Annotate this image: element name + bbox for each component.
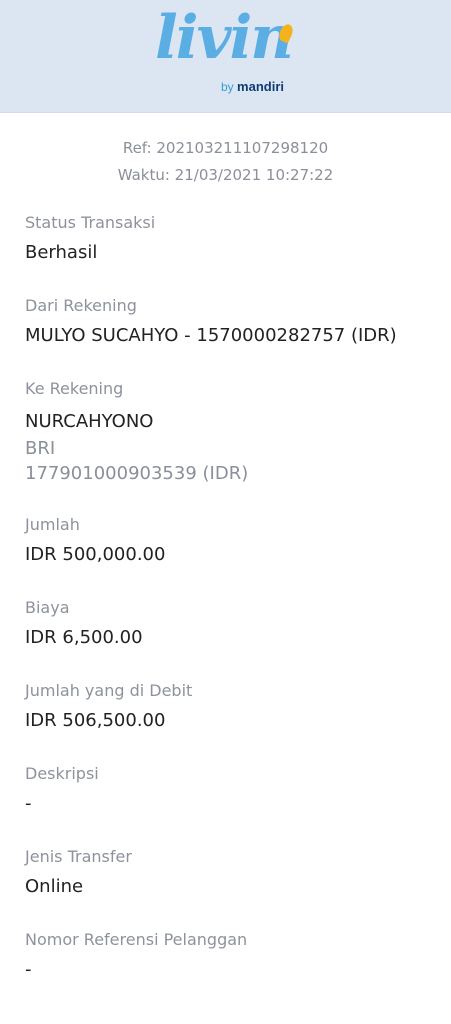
field-amount: Jumlah IDR 500,000.00: [25, 511, 431, 569]
field-label: Dari Rekening: [25, 296, 137, 315]
field-value: -: [25, 793, 32, 814]
transaction-time: Waktu: 21/03/2021 10:27:22: [117, 166, 334, 184]
field-transfer-type: Jenis Transfer Online: [25, 843, 431, 901]
field-description: Deskripsi -: [25, 760, 431, 818]
reference-number: Ref: 202103211107298120: [122, 139, 329, 157]
field-value: IDR 506,500.00: [25, 710, 166, 731]
field-label: Ke Rekening: [25, 379, 124, 398]
logo-wordmark: livin: [155, 3, 294, 73]
field-label: Jenis Transfer: [25, 847, 132, 866]
field-label: Status Transaksi: [25, 213, 156, 232]
recipient-name: NURCAHYONO: [25, 411, 154, 432]
field-from-account: Dari Rekening MULYO SUCAHYO - 1570000282…: [25, 292, 431, 350]
recipient-account: 177901000903539 (IDR): [25, 463, 249, 484]
field-label: Jumlah: [25, 515, 80, 534]
field-status: Status Transaksi Berhasil: [25, 209, 431, 267]
field-label: Biaya: [25, 598, 70, 617]
field-value: Berhasil: [25, 242, 98, 263]
field-value: IDR 500,000.00: [25, 544, 166, 565]
field-customer-reference: Nomor Referensi Pelanggan -: [25, 926, 431, 984]
field-value: -: [25, 959, 32, 980]
app-header: livin by mandiri: [0, 0, 451, 113]
field-debited-amount: Jumlah yang di Debit IDR 506,500.00: [25, 677, 431, 735]
field-fee: Biaya IDR 6,500.00: [25, 594, 431, 652]
field-to-account: Ke Rekening NURCAHYONO BRI 1779010009035…: [25, 375, 431, 486]
field-label: Jumlah yang di Debit: [25, 681, 193, 700]
livin-mandiri-logo: livin by mandiri: [155, 8, 305, 100]
field-label: Deskripsi: [25, 764, 99, 783]
field-value: MULYO SUCAHYO - 1570000282757 (IDR): [25, 325, 397, 346]
transaction-details: Status Transaksi Berhasil Dari Rekening …: [0, 209, 451, 984]
logo-byline: by mandiri: [221, 80, 284, 93]
field-value: Online: [25, 876, 84, 897]
field-value: IDR 6,500.00: [25, 627, 143, 648]
logo-by-text: by: [221, 80, 234, 94]
field-label: Nomor Referensi Pelanggan: [25, 930, 248, 949]
recipient-bank: BRI: [25, 438, 56, 459]
logo-brand-text: mandiri: [237, 79, 284, 94]
receipt-reference: Ref: 202103211107298120 Waktu: 21/03/202…: [0, 135, 451, 189]
